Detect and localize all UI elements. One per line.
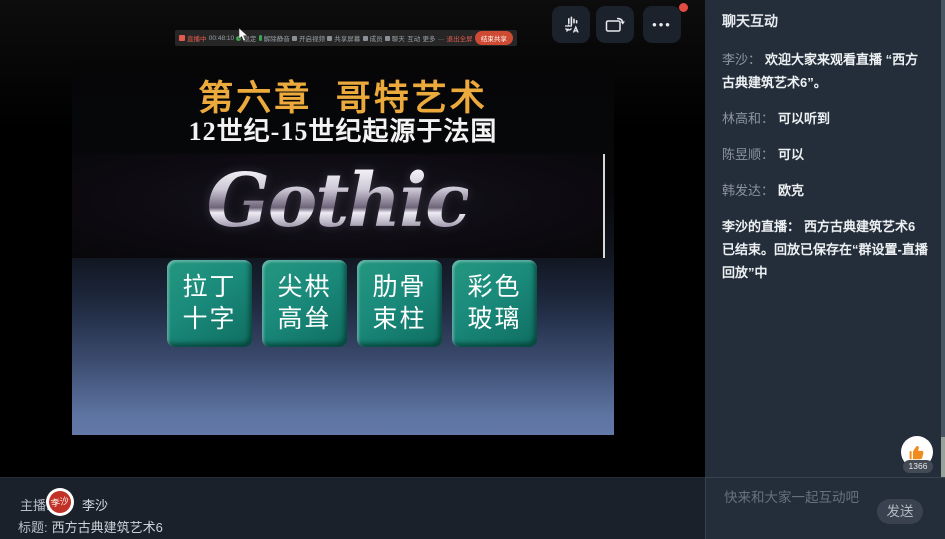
ellipsis-icon: •••: [652, 18, 672, 31]
thumbs-up-icon: [908, 443, 926, 461]
live-status-item: 直播中: [179, 33, 207, 43]
chat-input[interactable]: [722, 486, 876, 508]
chat-message-list: 李沙：欢迎大家来观看直播 “西方古典建筑艺术6”。 林高和： 可以听到 陈昱顺： 可…: [705, 48, 945, 297]
mic-icon: [259, 35, 262, 41]
host-avatar: 李沙: [46, 488, 74, 516]
chat-message: 韩发达： 欧克: [722, 179, 931, 202]
feature-box-line: 束柱: [372, 304, 426, 336]
exit-fullscreen-item: 退出全屏: [447, 33, 473, 43]
interpretation-icon: [560, 14, 582, 36]
seal-stamp-icon: 李沙: [47, 489, 73, 515]
share-icon: [327, 36, 332, 41]
message-text: 可以听到: [778, 111, 830, 126]
feature-box-rib-vault: 肋骨 束柱: [357, 260, 442, 347]
chat-scrollbar-thumb[interactable]: [941, 437, 945, 477]
slide-subtitle: 12世纪-15世纪起源于法国: [72, 111, 614, 148]
sender-name: 李沙：: [722, 52, 761, 67]
chat-item: 聊天: [385, 33, 405, 43]
send-button[interactable]: 发送: [877, 499, 923, 524]
notification-dot: [679, 3, 688, 12]
feature-box-stained-glass: 彩色 玻璃: [452, 260, 537, 347]
sender-name: 陈昱顺：: [722, 147, 774, 162]
system-message: 李沙的直播：西方古典建筑艺术6 已结束。回放已保存在“群设置-直播回放”中: [722, 215, 931, 284]
chat-icon: [385, 36, 390, 41]
members-item: 成员: [363, 33, 383, 43]
feature-box-row: 拉丁 十字 尖栱 高耸 肋骨 束柱 彩色 玻璃: [72, 260, 614, 350]
feature-box-line: 肋骨: [372, 272, 426, 304]
mouse-cursor: [238, 28, 250, 42]
sender-name: 韩发达：: [722, 183, 774, 198]
feature-box-latin-cross: 拉丁 十字: [167, 260, 252, 347]
feature-box-line: 十字: [182, 304, 236, 336]
feature-box-line: 高耸: [277, 304, 331, 336]
interpretation-button[interactable]: [552, 6, 590, 43]
gothic-hero-image: Gothic: [72, 154, 605, 258]
signal-bars-icon: [179, 35, 185, 41]
interact-item: 互动: [407, 33, 420, 43]
camera-icon: [292, 36, 297, 41]
feature-box-pointed-arch: 尖栱 高耸: [262, 260, 347, 347]
feature-box-line: 玻璃: [467, 304, 521, 336]
mute-item: 解除静音: [259, 33, 290, 43]
like-count-badge: 1366: [903, 460, 933, 473]
host-name: 李沙: [82, 495, 108, 514]
more-options-button[interactable]: •••: [643, 6, 681, 43]
stream-title-row: 标题: 西方古典建筑艺术6: [18, 517, 163, 536]
stream-title-label: 标题:: [18, 520, 48, 535]
message-text: 欧克: [778, 183, 804, 198]
feature-box-line: 彩色: [467, 272, 521, 304]
share-screen-icon: [603, 14, 627, 36]
sender-name: 李沙的直播：: [722, 219, 800, 234]
chat-message: 林高和： 可以听到: [722, 107, 931, 130]
feature-box-line: 拉丁: [182, 272, 236, 304]
feature-box-line: 尖栱: [277, 272, 331, 304]
end-share-button: 结束共享: [475, 31, 513, 45]
video-stage: 第六章 哥特艺术 12世纪-15世纪起源于法国 Gothic 拉丁 十字 尖栱 …: [0, 0, 705, 539]
shared-slide: 第六章 哥特艺术 12世纪-15世纪起源于法国 Gothic 拉丁 十字 尖栱 …: [72, 58, 614, 435]
chat-message: 陈昱顺： 可以: [722, 143, 931, 166]
chat-scrollbar[interactable]: [941, 0, 945, 477]
share-item: 共享屏幕: [327, 33, 360, 43]
message-text: 可以: [778, 147, 804, 162]
chat-panel: 聊天互动 李沙：欢迎大家来观看直播 “西方古典建筑艺术6”。 林高和： 可以听到 …: [705, 0, 945, 477]
stream-title-value: 西方古典建筑艺术6: [52, 520, 163, 535]
sender-name: 林高和：: [722, 111, 774, 126]
share-screen-button[interactable]: [596, 6, 634, 43]
chat-message: 李沙：欢迎大家来观看直播 “西方古典建筑艺术6”。: [722, 48, 931, 94]
duration-item: 00:48:10: [209, 35, 234, 42]
ellipsis-item: …: [438, 35, 445, 42]
chat-panel-title: 聊天互动: [722, 11, 778, 31]
host-label: 主播:: [20, 495, 50, 514]
gothic-word: Gothic: [207, 164, 469, 248]
presenter-share-toolbar: 直播中 00:48:10 稳定 解除静音 开启视频 共享屏幕 成员 聊天 互动 …: [175, 30, 517, 46]
members-icon: [363, 36, 368, 41]
chat-composer: 发送: [705, 477, 945, 539]
camera-item: 开启视频: [292, 33, 325, 43]
more-item: 更多: [422, 33, 435, 43]
